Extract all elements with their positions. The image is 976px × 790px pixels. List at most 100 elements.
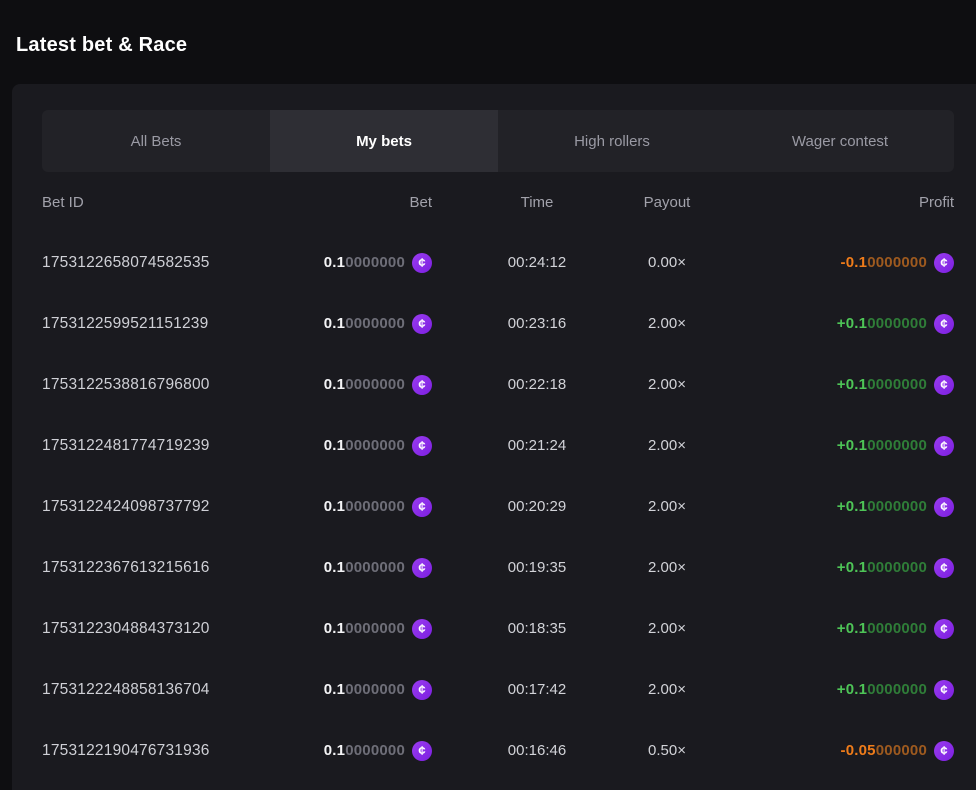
profit-amount-zeros: 000000 [876, 742, 927, 759]
header-profit: Profit [692, 194, 954, 211]
profit-amount-main: +0.1 [837, 315, 867, 332]
bet-payout-cell: 2.00× [642, 376, 692, 393]
bet-amount-cell: 0.10000000 ¢ [292, 680, 432, 700]
coin-icon: ¢ [934, 375, 954, 395]
bet-amount-zeros: 0000000 [345, 681, 405, 698]
bet-id-cell: 1753122599521151239 [42, 315, 292, 333]
bet-id-cell: 1753122424098737792 [42, 498, 292, 516]
bet-id-cell: 1753122248858136704 [42, 681, 292, 699]
profit-amount: +0.10000000 [837, 681, 927, 698]
bet-amount-zeros: 0000000 [345, 620, 405, 637]
profit-amount-main: +0.1 [837, 498, 867, 515]
bet-time-cell: 00:16:46 [432, 742, 642, 759]
bet-payout-cell: 2.00× [642, 315, 692, 332]
profit-amount-main: +0.1 [837, 620, 867, 637]
bet-amount: 0.10000000 [324, 376, 405, 393]
coin-icon: ¢ [412, 741, 432, 761]
bet-profit-cell: +0.10000000 ¢ [692, 375, 954, 395]
bet-row[interactable]: 1753122481774719239 0.10000000 ¢ 00:21:2… [42, 415, 954, 476]
bet-amount-cell: 0.10000000 ¢ [292, 741, 432, 761]
coin-icon: ¢ [934, 680, 954, 700]
bet-row[interactable]: 1753122248858136704 0.10000000 ¢ 00:17:4… [42, 659, 954, 720]
profit-amount-zeros: 0000000 [867, 376, 927, 393]
profit-amount: +0.10000000 [837, 315, 927, 332]
profit-amount: +0.10000000 [837, 437, 927, 454]
bet-row[interactable]: 1753122658074582535 0.10000000 ¢ 00:24:1… [42, 232, 954, 293]
coin-icon: ¢ [412, 558, 432, 578]
tab-all-bets[interactable]: All Bets [42, 110, 270, 172]
profit-amount-main: -0.1 [841, 254, 868, 271]
coin-icon: ¢ [412, 253, 432, 273]
profit-amount: +0.10000000 [837, 498, 927, 515]
coin-icon: ¢ [412, 680, 432, 700]
bet-row[interactable]: 1753122538816796800 0.10000000 ¢ 00:22:1… [42, 354, 954, 415]
bet-payout-cell: 2.00× [642, 498, 692, 515]
bets-table-body: 1753122658074582535 0.10000000 ¢ 00:24:1… [42, 232, 954, 781]
page-title: Latest bet & Race [0, 0, 976, 57]
coin-icon: ¢ [934, 253, 954, 273]
bet-amount-main: 0.1 [324, 437, 345, 454]
bet-time-cell: 00:20:29 [432, 498, 642, 515]
coin-icon: ¢ [934, 314, 954, 334]
tab-label: All Bets [131, 133, 182, 150]
table-header-row: Bet ID Bet Time Payout Profit [42, 182, 954, 222]
tab-wager-contest[interactable]: Wager contest [726, 110, 954, 172]
profit-amount-zeros: 0000000 [867, 437, 927, 454]
profit-amount-main: -0.05 [841, 742, 876, 759]
header-time: Time [432, 194, 642, 211]
bet-amount-cell: 0.10000000 ¢ [292, 314, 432, 334]
bet-row[interactable]: 1753122424098737792 0.10000000 ¢ 00:20:2… [42, 476, 954, 537]
coin-icon: ¢ [412, 436, 432, 456]
bets-panel: All Bets My bets High rollers Wager cont… [12, 84, 976, 790]
bets-tabbar: All Bets My bets High rollers Wager cont… [42, 110, 954, 172]
profit-amount-zeros: 0000000 [867, 498, 927, 515]
bet-payout-cell: 0.00× [642, 254, 692, 271]
bet-time-cell: 00:22:18 [432, 376, 642, 393]
profit-amount-main: +0.1 [837, 559, 867, 576]
tab-high-rollers[interactable]: High rollers [498, 110, 726, 172]
profit-amount-main: +0.1 [837, 681, 867, 698]
tab-my-bets[interactable]: My bets [270, 110, 498, 172]
bet-profit-cell: +0.10000000 ¢ [692, 314, 954, 334]
bet-amount: 0.10000000 [324, 437, 405, 454]
bet-payout-cell: 2.00× [642, 437, 692, 454]
bet-amount: 0.10000000 [324, 742, 405, 759]
bet-payout-cell: 2.00× [642, 681, 692, 698]
bet-profit-cell: +0.10000000 ¢ [692, 680, 954, 700]
profit-amount-zeros: 0000000 [867, 620, 927, 637]
bet-row[interactable]: 1753122367613215616 0.10000000 ¢ 00:19:3… [42, 537, 954, 598]
bet-profit-cell: -0.10000000 ¢ [692, 253, 954, 273]
coin-icon: ¢ [412, 497, 432, 517]
profit-amount-zeros: 0000000 [867, 315, 927, 332]
tab-label: High rollers [574, 133, 650, 150]
bet-id-cell: 1753122481774719239 [42, 437, 292, 455]
bet-row[interactable]: 1753122599521151239 0.10000000 ¢ 00:23:1… [42, 293, 954, 354]
profit-amount: +0.10000000 [837, 559, 927, 576]
bet-row[interactable]: 1753122190476731936 0.10000000 ¢ 00:16:4… [42, 720, 954, 781]
bet-profit-cell: -0.05000000 ¢ [692, 741, 954, 761]
bet-amount-zeros: 0000000 [345, 437, 405, 454]
bet-time-cell: 00:21:24 [432, 437, 642, 454]
bet-profit-cell: +0.10000000 ¢ [692, 558, 954, 578]
bet-amount-zeros: 0000000 [345, 376, 405, 393]
bet-time-cell: 00:24:12 [432, 254, 642, 271]
bet-amount: 0.10000000 [324, 559, 405, 576]
profit-amount: -0.10000000 [841, 254, 927, 271]
bet-profit-cell: +0.10000000 ¢ [692, 497, 954, 517]
bet-id-cell: 1753122304884373120 [42, 620, 292, 638]
bet-amount-cell: 0.10000000 ¢ [292, 497, 432, 517]
bet-id-cell: 1753122190476731936 [42, 742, 292, 760]
bet-profit-cell: +0.10000000 ¢ [692, 619, 954, 639]
bet-time-cell: 00:17:42 [432, 681, 642, 698]
bet-payout-cell: 2.00× [642, 620, 692, 637]
bet-amount-main: 0.1 [324, 315, 345, 332]
tab-label: Wager contest [792, 133, 888, 150]
tab-label: My bets [356, 133, 412, 150]
bet-profit-cell: +0.10000000 ¢ [692, 436, 954, 456]
coin-icon: ¢ [934, 558, 954, 578]
bet-amount-zeros: 0000000 [345, 254, 405, 271]
bet-amount-zeros: 0000000 [345, 742, 405, 759]
bet-amount-main: 0.1 [324, 376, 345, 393]
bet-amount-cell: 0.10000000 ¢ [292, 558, 432, 578]
bet-row[interactable]: 1753122304884373120 0.10000000 ¢ 00:18:3… [42, 598, 954, 659]
